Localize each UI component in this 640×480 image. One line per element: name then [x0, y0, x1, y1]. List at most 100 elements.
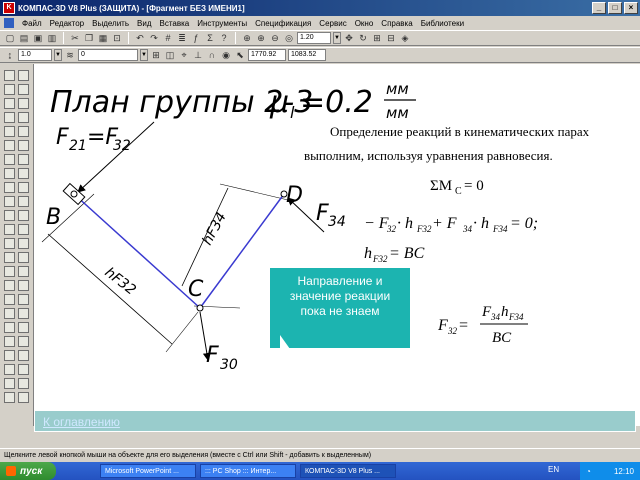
axis-icon[interactable] — [4, 350, 15, 361]
ellipse-icon[interactable] — [4, 112, 15, 123]
deform-icon[interactable] — [18, 224, 29, 235]
menu-insert[interactable]: Вставка — [156, 19, 194, 28]
pan-icon[interactable]: ✥ — [343, 32, 355, 44]
properties-icon[interactable]: ⊡ — [111, 32, 123, 44]
undo-icon[interactable]: ↶ — [134, 32, 146, 44]
help-icon[interactable]: ? — [218, 32, 230, 44]
cursor-x-field[interactable]: 1770.92 — [248, 49, 286, 61]
zoom-icon[interactable]: ◎ — [283, 32, 295, 44]
mark-icon[interactable] — [18, 350, 29, 361]
task-kompas[interactable]: КОМПАС-3D V8 Plus ... — [300, 464, 396, 478]
param-icon[interactable] — [4, 252, 15, 263]
zoom-window-icon[interactable]: ⊕ — [241, 32, 253, 44]
layer-dropdown[interactable]: ▼ — [140, 49, 148, 61]
text-tool-icon[interactable] — [4, 294, 15, 305]
document-icon[interactable] — [4, 18, 14, 28]
maximize-button[interactable]: □ — [608, 2, 622, 14]
layer-icon[interactable]: ≋ — [64, 49, 76, 61]
measure-icon[interactable] — [4, 238, 15, 249]
attribute-icon[interactable] — [4, 378, 15, 389]
arc-icon[interactable] — [18, 98, 29, 109]
equidistant-icon[interactable] — [18, 154, 29, 165]
menu-edit[interactable]: Редактор — [46, 19, 88, 28]
calc-icon[interactable]: Σ — [204, 32, 216, 44]
menu-select[interactable]: Выделить — [88, 19, 133, 28]
weld-icon[interactable] — [4, 364, 15, 375]
open-file-icon[interactable]: ▤ — [18, 32, 30, 44]
rotate-icon[interactable] — [18, 196, 29, 207]
spec-icon[interactable] — [18, 252, 29, 263]
tray-icon[interactable]: ◔ — [586, 467, 591, 476]
variables-icon[interactable] — [4, 392, 15, 403]
contour-icon[interactable] — [4, 168, 15, 179]
fillet-icon[interactable] — [18, 140, 29, 151]
library-icon[interactable] — [18, 378, 29, 389]
chamfer-icon[interactable] — [4, 140, 15, 151]
mirror-icon[interactable] — [18, 210, 29, 221]
style-icon[interactable]: ↨ — [4, 49, 16, 61]
select-icon[interactable] — [18, 238, 29, 249]
layer-field[interactable]: 0 — [78, 49, 138, 61]
minimize-button[interactable]: _ — [592, 2, 606, 14]
copy-icon[interactable]: ❐ — [83, 32, 95, 44]
line-width-dropdown[interactable]: ▼ — [54, 49, 62, 61]
redo-icon[interactable]: ↷ — [148, 32, 160, 44]
scale-icon[interactable] — [4, 210, 15, 221]
tolerance-icon[interactable] — [4, 322, 15, 333]
show-all-icon[interactable]: ⊞ — [371, 32, 383, 44]
trim-icon[interactable] — [18, 168, 29, 179]
print-icon[interactable]: ▥ — [46, 32, 58, 44]
hatch-icon[interactable] — [4, 154, 15, 165]
roughness-icon[interactable] — [18, 308, 29, 319]
snap-icon[interactable]: ◫ — [164, 49, 176, 61]
fragment-icon[interactable] — [18, 280, 29, 291]
dimensions-icon[interactable] — [18, 70, 29, 81]
menu-specification[interactable]: Спецификация — [251, 19, 315, 28]
refresh-icon[interactable]: ↻ — [357, 32, 369, 44]
section-icon[interactable] — [18, 336, 29, 347]
circle-icon[interactable] — [4, 98, 15, 109]
base-icon[interactable] — [18, 322, 29, 333]
menu-help[interactable]: Справка — [377, 19, 416, 28]
close-button[interactable]: × — [624, 2, 638, 14]
polygon-icon[interactable] — [4, 126, 15, 137]
geometry-icon[interactable] — [4, 70, 15, 81]
cut-icon[interactable]: ✂ — [69, 32, 81, 44]
report-icon[interactable] — [4, 266, 15, 277]
snap-settings-icon[interactable]: ◉ — [220, 49, 232, 61]
constraints-icon[interactable] — [18, 392, 29, 403]
spline-icon[interactable] — [18, 126, 29, 137]
extend-icon[interactable] — [18, 182, 29, 193]
orthogonal-icon[interactable]: ⊥ — [192, 49, 204, 61]
leader-icon[interactable] — [4, 308, 15, 319]
cursor-y-field[interactable]: 1083.52 — [288, 49, 326, 61]
drawing-svg[interactable]: План группы 2-3 μ l =0.2 мм мм F 21 =F 3… — [34, 64, 640, 426]
menu-file[interactable]: Файл — [18, 19, 46, 28]
save-icon[interactable]: ▣ — [32, 32, 44, 44]
table-icon[interactable] — [18, 294, 29, 305]
cursor-icon[interactable]: ⬉ — [234, 49, 246, 61]
menu-libraries[interactable]: Библиотеки — [417, 19, 468, 28]
layers-icon[interactable]: ≣ — [176, 32, 188, 44]
insert-icon[interactable] — [18, 266, 29, 277]
arrow-view-icon[interactable] — [4, 336, 15, 347]
zoom-out-icon[interactable]: ⊖ — [269, 32, 281, 44]
line-icon[interactable] — [18, 84, 29, 95]
menu-window[interactable]: Окно — [351, 19, 378, 28]
menu-service[interactable]: Сервис — [315, 19, 350, 28]
zoom-field[interactable]: 1.20 — [297, 32, 331, 44]
zoom-fit-icon[interactable]: ⊟ — [385, 32, 397, 44]
macro-icon[interactable] — [4, 280, 15, 291]
drawing-canvas[interactable]: План группы 2-3 μ l =0.2 мм мм F 21 =F 3… — [34, 64, 640, 426]
paste-icon[interactable]: ▦ — [97, 32, 109, 44]
new-file-icon[interactable]: ▢ — [4, 32, 16, 44]
copy-tool-icon[interactable] — [4, 224, 15, 235]
menu-view[interactable]: Вид — [133, 19, 155, 28]
zoom-dropdown[interactable]: ▼ — [333, 32, 341, 44]
line-width-field[interactable]: 1.0 — [18, 49, 52, 61]
rectangle-icon[interactable] — [18, 112, 29, 123]
task-powerpoint[interactable]: Microsoft PowerPoint ... — [100, 464, 196, 478]
break-icon[interactable] — [4, 182, 15, 193]
zoom-in-icon[interactable]: ⊕ — [255, 32, 267, 44]
language-indicator[interactable]: EN — [548, 465, 559, 474]
